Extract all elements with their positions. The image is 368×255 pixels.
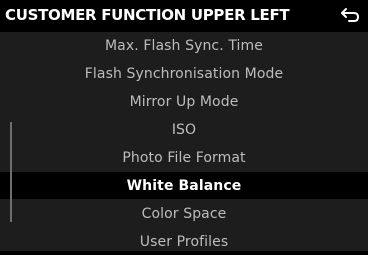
menu-list: Max. Flash Sync. Time Flash Synchronisat… — [0, 32, 368, 251]
scrollbar-thumb[interactable] — [10, 122, 12, 222]
menu-item-mirror-up-mode[interactable]: Mirror Up Mode — [0, 88, 368, 115]
return-arrow-icon — [340, 7, 360, 23]
menu-item-color-space[interactable]: Color Space — [0, 200, 368, 227]
camera-menu-screen: CUSTOMER FUNCTION UPPER LEFT Max. Flash … — [0, 0, 368, 251]
menu-header: CUSTOMER FUNCTION UPPER LEFT — [0, 0, 368, 30]
menu-item-iso[interactable]: ISO — [0, 116, 368, 143]
menu-item-photo-file-format[interactable]: Photo File Format — [0, 144, 368, 171]
menu-item-max-flash-sync-time[interactable]: Max. Flash Sync. Time — [0, 32, 368, 59]
menu-item-flash-synchronisation-mode[interactable]: Flash Synchronisation Mode — [0, 60, 368, 87]
menu-title: CUSTOMER FUNCTION UPPER LEFT — [5, 6, 290, 24]
menu-item-white-balance[interactable]: White Balance — [0, 172, 368, 199]
back-button[interactable] — [336, 4, 364, 26]
